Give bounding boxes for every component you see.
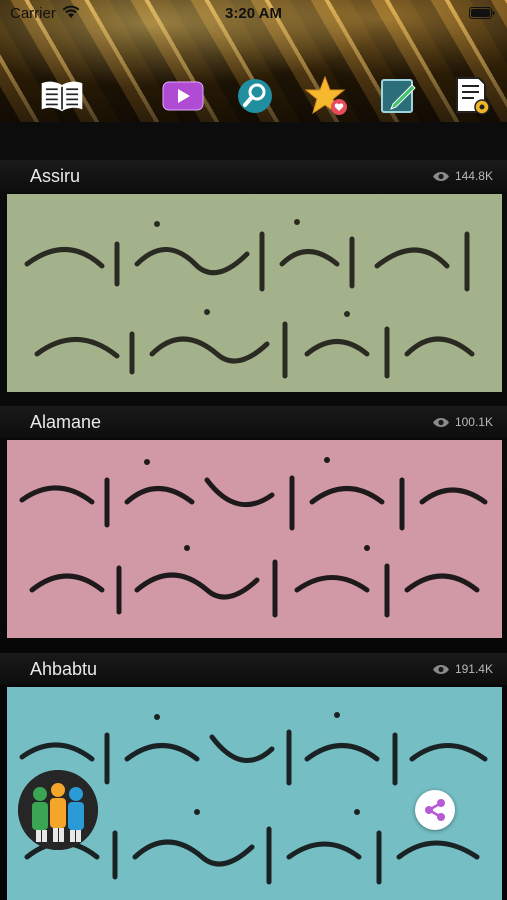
favorites-star-icon xyxy=(305,75,347,115)
view-count: 100.1K xyxy=(432,415,493,429)
share-button[interactable] xyxy=(415,790,455,830)
view-count-value: 144.8K xyxy=(454,169,493,183)
section-header[interactable]: Alamane 100.1K xyxy=(0,406,507,438)
video-button[interactable] xyxy=(161,74,205,118)
calligraphy-image xyxy=(7,194,502,392)
eye-icon xyxy=(432,664,449,674)
section-header[interactable]: Ahbabtu 191.4K xyxy=(0,653,507,685)
status-bar: Carrier 3:20 AM xyxy=(0,0,507,28)
video-icon xyxy=(162,81,204,111)
settings-button[interactable] xyxy=(450,74,494,118)
section-title: Alamane xyxy=(30,412,102,432)
community-button[interactable] xyxy=(18,770,98,850)
view-count: 144.8K xyxy=(432,169,493,183)
settings-document-icon xyxy=(456,77,490,115)
view-count: 191.4K xyxy=(432,662,493,676)
view-count-value: 191.4K xyxy=(454,662,493,676)
battery-icon xyxy=(469,7,495,19)
calligraphy-card[interactable] xyxy=(7,194,502,392)
edit-button[interactable] xyxy=(377,74,421,118)
calligraphy-card[interactable] xyxy=(7,440,502,638)
section-title: Assiru xyxy=(30,166,81,186)
toolbar xyxy=(0,70,507,120)
book-icon xyxy=(41,81,83,112)
calligraphy-image xyxy=(7,440,502,638)
view-count-value: 100.1K xyxy=(454,415,493,429)
favorites-button[interactable] xyxy=(305,74,349,118)
search-button[interactable] xyxy=(233,74,277,118)
search-icon xyxy=(238,79,272,113)
book-button[interactable] xyxy=(40,74,84,118)
section-header[interactable]: Assiru 144.8K xyxy=(0,160,507,192)
share-icon xyxy=(425,799,445,821)
eye-icon xyxy=(432,417,449,427)
status-time: 3:20 AM xyxy=(225,5,282,22)
section-title: Ahbabtu xyxy=(30,659,98,679)
community-people-icon xyxy=(18,770,98,850)
edit-icon xyxy=(381,79,416,113)
eye-icon xyxy=(432,171,449,181)
